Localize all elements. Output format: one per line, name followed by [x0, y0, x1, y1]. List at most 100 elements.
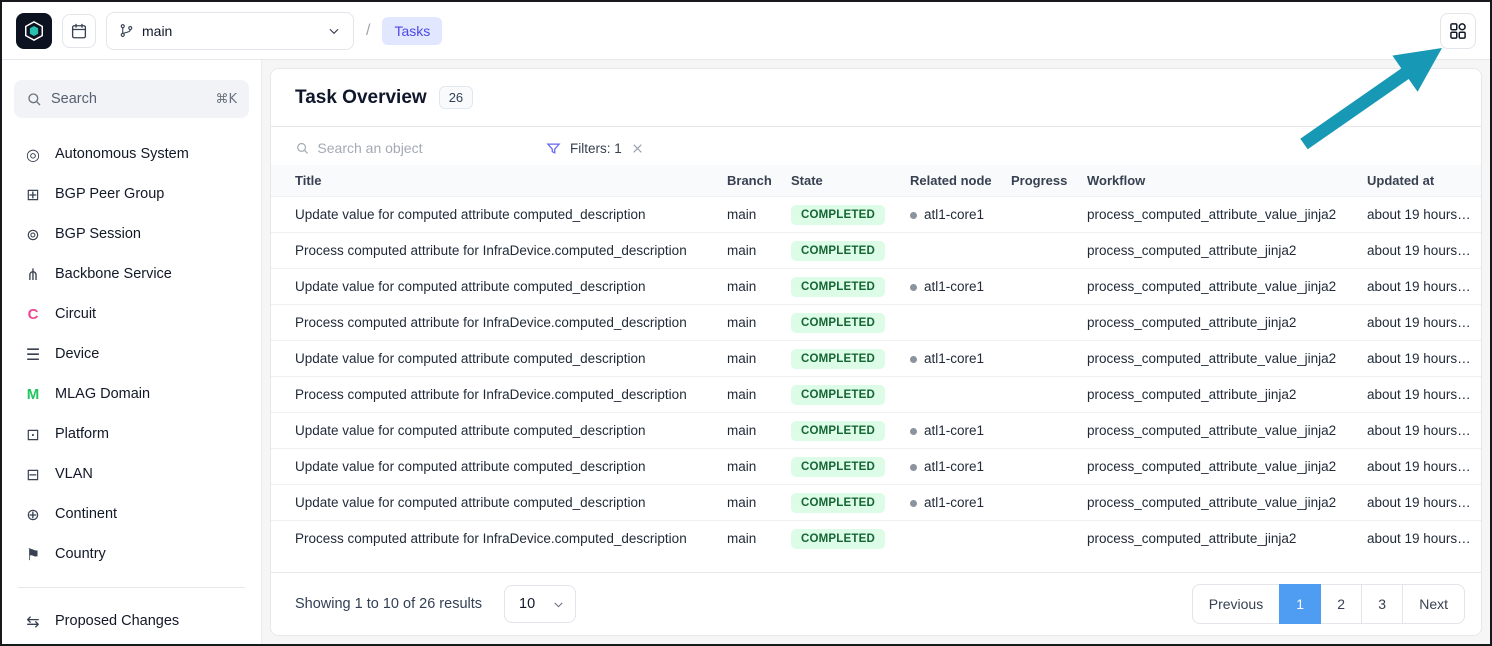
- sidebar-item-label: VLAN: [55, 466, 93, 482]
- sidebar-item-device[interactable]: ☰Device: [14, 334, 249, 374]
- task-updated-at-cell: about 19 hours ago: [1357, 341, 1481, 377]
- pagination-previous-button[interactable]: Previous: [1192, 584, 1280, 624]
- backbone-service-icon: ⋔: [22, 265, 44, 284]
- task-branch-cell: main: [717, 521, 781, 557]
- task-table-head: TitleBranchStateRelated nodeProgressWork…: [271, 165, 1481, 197]
- task-state-cell: COMPLETED: [781, 269, 900, 305]
- sidebar: Search ⌘K ◎Autonomous System⊞BGP Peer Gr…: [2, 60, 262, 644]
- sidebar-item-proposed-changes[interactable]: ⇆Proposed Changes: [14, 601, 249, 641]
- bgp-session-icon: ⊚: [22, 225, 44, 244]
- state-badge: COMPLETED: [791, 385, 885, 405]
- sidebar-item-autonomous-system[interactable]: ◎Autonomous System: [14, 134, 249, 174]
- column-header-branch: Branch: [717, 165, 781, 197]
- sidebar-item-label: Proposed Changes: [55, 613, 179, 629]
- page-size-value: 10: [519, 596, 535, 612]
- sidebar-item-mlag-domain[interactable]: MMLAG Domain: [14, 374, 249, 414]
- task-overview-card: Task Overview 26 Filters: 1: [270, 68, 1482, 636]
- sidebar-item-label: Country: [55, 546, 106, 562]
- state-badge: COMPLETED: [791, 421, 885, 441]
- body-row: Search ⌘K ◎Autonomous System⊞BGP Peer Gr…: [2, 60, 1490, 644]
- search-icon: [26, 91, 42, 107]
- table-row[interactable]: Update value for computed attribute comp…: [271, 341, 1481, 377]
- platform-icon: ⊡: [22, 425, 44, 444]
- task-title-cell: Update value for computed attribute comp…: [271, 413, 717, 449]
- sidebar-item-vlan[interactable]: ⊟VLAN: [14, 454, 249, 494]
- table-row[interactable]: Process computed attribute for InfraDevi…: [271, 305, 1481, 341]
- task-state-cell: COMPLETED: [781, 233, 900, 269]
- sidebar-search[interactable]: Search ⌘K: [14, 80, 249, 118]
- task-branch-cell: main: [717, 485, 781, 521]
- pagination-page-1[interactable]: 1: [1279, 584, 1321, 624]
- task-updated-at-cell: about 19 hours ago: [1357, 233, 1481, 269]
- task-progress-cell: [1001, 413, 1077, 449]
- table-row[interactable]: Process computed attribute for InfraDevi…: [271, 521, 1481, 557]
- task-related-node-cell: atl1-core1: [900, 197, 1001, 233]
- close-icon: [631, 142, 644, 155]
- sidebar-item-country[interactable]: ⚑Country: [14, 534, 249, 574]
- node-status-dot: [910, 500, 917, 507]
- task-workflow-cell: process_computed_attribute_jinja2: [1077, 305, 1357, 341]
- column-header-workflow: Workflow: [1077, 165, 1357, 197]
- task-progress-cell: [1001, 341, 1077, 377]
- sidebar-item-label: Device: [55, 346, 99, 362]
- table-row[interactable]: Update value for computed attribute comp…: [271, 449, 1481, 485]
- table-row[interactable]: Process computed attribute for InfraDevi…: [271, 377, 1481, 413]
- object-search-input[interactable]: [317, 140, 520, 156]
- task-branch-cell: main: [717, 269, 781, 305]
- pagination-page-3[interactable]: 3: [1361, 584, 1403, 624]
- tasks-table: TitleBranchStateRelated nodeProgressWork…: [271, 165, 1481, 557]
- sidebar-item-backbone-service[interactable]: ⋔Backbone Service: [14, 254, 249, 294]
- search-icon: [295, 140, 309, 156]
- table-row[interactable]: Update value for computed attribute comp…: [271, 413, 1481, 449]
- sidebar-item-circuit[interactable]: CCircuit: [14, 294, 249, 334]
- breadcrumb-tasks[interactable]: Tasks: [382, 17, 442, 45]
- clear-filters-button[interactable]: [631, 142, 644, 155]
- task-state-cell: COMPLETED: [781, 413, 900, 449]
- task-workflow-cell: process_computed_attribute_jinja2: [1077, 377, 1357, 413]
- state-badge: COMPLETED: [791, 493, 885, 513]
- task-title-cell: Update value for computed attribute comp…: [271, 485, 717, 521]
- sidebar-item-object-management[interactable]: ◇Object Management: [14, 641, 249, 644]
- table-toolbar: Filters: 1: [271, 127, 1481, 165]
- sidebar-item-bgp-session[interactable]: ⊚BGP Session: [14, 214, 249, 254]
- table-row[interactable]: Update value for computed attribute comp…: [271, 269, 1481, 305]
- task-related-node-cell: atl1-core1: [900, 341, 1001, 377]
- table-row[interactable]: Update value for computed attribute comp…: [271, 197, 1481, 233]
- task-title-cell: Process computed attribute for InfraDevi…: [271, 305, 717, 341]
- apps-menu-button[interactable]: [1440, 13, 1476, 49]
- task-workflow-cell: process_computed_attribute_jinja2: [1077, 233, 1357, 269]
- git-branch-icon: [119, 23, 134, 38]
- task-updated-at-cell: about 19 hours ago: [1357, 485, 1481, 521]
- pagination-next-button[interactable]: Next: [1402, 584, 1465, 624]
- task-workflow-cell: process_computed_attribute_value_jinja2: [1077, 341, 1357, 377]
- infrahub-logo[interactable]: [16, 13, 52, 49]
- branch-selector-value: main: [142, 23, 172, 39]
- task-updated-at-cell: about 19 hours ago: [1357, 377, 1481, 413]
- sidebar-item-bgp-peer-group[interactable]: ⊞BGP Peer Group: [14, 174, 249, 214]
- time-travel-button[interactable]: [62, 14, 96, 48]
- continent-icon: ⊕: [22, 505, 44, 524]
- task-title-cell: Process computed attribute for InfraDevi…: [271, 233, 717, 269]
- pagination-page-2[interactable]: 2: [1320, 584, 1362, 624]
- sidebar-item-platform[interactable]: ⊡Platform: [14, 414, 249, 454]
- task-related-node-cell: [900, 521, 1001, 557]
- task-progress-cell: [1001, 305, 1077, 341]
- branch-selector[interactable]: main: [106, 12, 354, 50]
- task-workflow-cell: process_computed_attribute_value_jinja2: [1077, 485, 1357, 521]
- results-summary: Showing 1 to 10 of 26 results: [295, 596, 482, 612]
- filter-funnel-icon[interactable]: [546, 141, 561, 156]
- main-content: Task Overview 26 Filters: 1: [262, 60, 1490, 644]
- table-row[interactable]: Update value for computed attribute comp…: [271, 485, 1481, 521]
- node-status-dot: [910, 428, 917, 435]
- sidebar-divider: [18, 587, 245, 588]
- state-badge: COMPLETED: [791, 529, 885, 549]
- node-status-dot: [910, 212, 917, 219]
- sidebar-item-continent[interactable]: ⊕Continent: [14, 494, 249, 534]
- task-state-cell: COMPLETED: [781, 341, 900, 377]
- task-related-node-cell: [900, 305, 1001, 341]
- page-size-select[interactable]: 10: [504, 585, 576, 623]
- table-row[interactable]: Process computed attribute for InfraDevi…: [271, 233, 1481, 269]
- task-branch-cell: main: [717, 233, 781, 269]
- task-branch-cell: main: [717, 449, 781, 485]
- task-updated-at-cell: about 19 hours ago: [1357, 449, 1481, 485]
